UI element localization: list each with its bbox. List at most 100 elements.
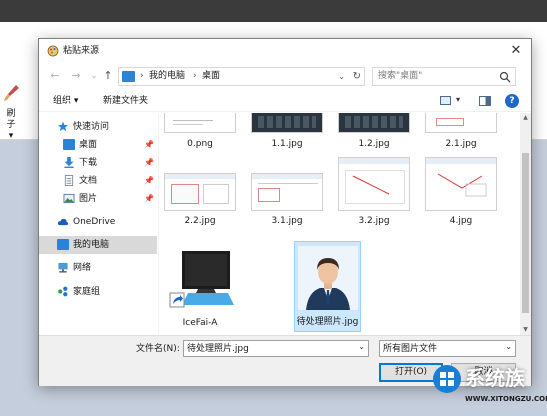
file-name: 3.1.jpg — [271, 216, 303, 226]
file-name: 2.1.jpg — [445, 139, 477, 149]
file-list: 0.png 1.1.jpg 1.2.jpg 2.1.jpg 2.2.jpg 3.… — [160, 113, 519, 335]
file-item[interactable]: 1.2.jpg — [334, 113, 414, 157]
breadcrumb-separator: › — [140, 71, 144, 81]
nav-label: 网络 — [73, 263, 92, 273]
file-name: 待处理照片.jpg — [296, 317, 359, 327]
nav-network[interactable]: 网络 — [39, 260, 157, 276]
search-input[interactable]: 搜索"桌面" — [378, 70, 422, 83]
star-icon — [57, 121, 69, 132]
filetype-select[interactable]: 所有图片文件 ⌄ — [379, 340, 516, 357]
file-name: 4.jpg — [449, 216, 473, 226]
cloud-icon — [57, 218, 69, 226]
file-name: 3.2.jpg — [358, 216, 390, 226]
filetype-value: 所有图片文件 — [383, 344, 438, 354]
nav-pictures[interactable]: 图片 📌 — [39, 191, 157, 207]
file-item-selected[interactable]: 待处理照片.jpg — [294, 241, 361, 332]
search-icon[interactable] — [499, 71, 511, 83]
pictures-icon — [63, 193, 75, 204]
nav-label: 我的电脑 — [73, 240, 110, 250]
file-item[interactable]: 4.jpg — [421, 157, 501, 233]
watermark-text: 系统族 — [465, 366, 525, 390]
scroll-up-arrow-icon[interactable]: ▲ — [520, 113, 531, 123]
file-item[interactable]: IceFai-A — [160, 243, 240, 331]
open-file-dialog: 粘贴来源 ✕ ← → ⌄ ↑ › 我的电脑 › 桌面 ⌄ ↻ 搜索"桌面" 组织… — [38, 38, 532, 386]
nav-homegroup[interactable]: 家庭组 — [39, 284, 157, 300]
file-thumbnail — [251, 113, 323, 133]
filename-field[interactable]: 待处理照片.jpg ⌄ — [183, 340, 369, 357]
filename-value[interactable]: 待处理照片.jpg — [187, 343, 249, 355]
navigation-pane: 快速访问 桌面 📌 下载 📌 文档 📌 图片 📌 OneDrive 我的电脑 网… — [39, 113, 159, 335]
nav-quick-access[interactable]: 快速访问 — [39, 119, 157, 135]
view-options-icon[interactable] — [440, 96, 451, 105]
filename-label: 文件名(N): — [136, 344, 180, 354]
background-app-titlebar — [0, 0, 547, 22]
chevron-down-icon[interactable]: ⌄ — [505, 342, 512, 351]
pin-icon: 📌 — [144, 176, 154, 185]
document-icon — [64, 175, 74, 186]
chevron-down-icon[interactable]: ⌄ — [358, 342, 365, 351]
download-icon — [64, 157, 74, 168]
scroll-thumb[interactable] — [522, 153, 529, 313]
this-pc-icon — [57, 239, 69, 250]
nav-label: 图片 — [79, 194, 98, 204]
dialog-titlebar: 粘贴来源 ✕ — [39, 39, 531, 63]
person-photo-thumbnail — [298, 246, 358, 310]
address-dropdown-icon[interactable]: ⌄ — [338, 70, 345, 83]
file-item[interactable]: 3.2.jpg — [334, 157, 414, 233]
search-box[interactable]: 搜索"桌面" — [372, 67, 516, 86]
file-item[interactable]: 1.1.jpg — [247, 113, 327, 157]
nav-downloads[interactable]: 下载 📌 — [39, 155, 157, 171]
breadcrumb-separator: › — [193, 71, 197, 81]
organize-button[interactable]: 组织 ▾ — [53, 95, 78, 107]
file-item[interactable]: 0.png — [160, 113, 240, 157]
file-item[interactable]: 2.2.jpg — [160, 165, 240, 233]
address-row: ← → ⌄ ↑ › 我的电脑 › 桌面 ⌄ ↻ 搜索"桌面" — [39, 64, 531, 88]
windows-logo-icon — [433, 365, 461, 393]
breadcrumb-this-pc[interactable]: 我的电脑 — [149, 70, 185, 83]
scroll-down-arrow-icon[interactable]: ▼ — [520, 325, 531, 335]
refresh-icon[interactable]: ↻ — [353, 70, 361, 83]
pin-icon: 📌 — [144, 194, 154, 203]
breadcrumb-desktop[interactable]: 桌面 — [202, 70, 220, 83]
pin-icon: 📌 — [144, 158, 154, 167]
address-bar[interactable]: › 我的电脑 › 桌面 ⌄ ↻ — [118, 67, 365, 86]
nav-this-pc[interactable]: 我的电脑 — [39, 236, 157, 254]
dialog-title: 粘贴来源 — [63, 46, 100, 56]
new-folder-button[interactable]: 新建文件夹 — [103, 95, 148, 107]
brush-label[interactable]: 刷子 ▾ — [4, 109, 18, 142]
view-dropdown-icon[interactable]: ▾ — [456, 95, 460, 104]
homegroup-icon — [58, 286, 68, 297]
nav-documents[interactable]: 文档 📌 — [39, 173, 157, 189]
file-thumbnail — [251, 173, 323, 211]
nav-onedrive[interactable]: OneDrive — [39, 214, 157, 230]
nav-label: 快速访问 — [73, 122, 110, 132]
file-item[interactable]: 3.1.jpg — [247, 165, 327, 233]
nav-desktop[interactable]: 桌面 📌 — [39, 137, 157, 153]
file-thumbnail — [164, 173, 236, 211]
brush-icon[interactable] — [2, 84, 20, 104]
up-arrow-icon[interactable]: ↑ — [100, 68, 116, 84]
desktop-icon — [63, 139, 75, 150]
nav-label: OneDrive — [73, 217, 116, 227]
file-name: 1.1.jpg — [271, 139, 303, 149]
file-name: 2.2.jpg — [184, 216, 216, 226]
file-thumbnail — [338, 113, 410, 133]
pin-icon: 📌 — [144, 140, 154, 149]
nav-label: 文档 — [79, 176, 98, 186]
preview-pane-icon[interactable] — [479, 96, 491, 106]
file-thumbnail — [425, 113, 497, 133]
help-icon[interactable]: ? — [505, 94, 519, 108]
monitor-shortcut-icon — [169, 251, 234, 308]
nav-label: 桌面 — [79, 140, 98, 150]
back-arrow-icon[interactable]: ← — [47, 68, 63, 84]
close-button[interactable]: ✕ — [501, 39, 531, 63]
file-thumbnail — [338, 157, 410, 211]
file-list-scrollbar[interactable]: ▲ ▼ — [520, 113, 531, 335]
file-thumbnail — [425, 157, 497, 211]
nav-label: 下载 — [79, 158, 98, 168]
file-name: 1.2.jpg — [358, 139, 390, 149]
forward-arrow-icon[interactable]: → — [68, 68, 84, 84]
file-name: 0.png — [187, 139, 213, 149]
file-item[interactable]: 2.1.jpg — [421, 113, 501, 157]
command-toolbar: 组织 ▾ 新建文件夹 ▾ ? — [39, 90, 531, 112]
